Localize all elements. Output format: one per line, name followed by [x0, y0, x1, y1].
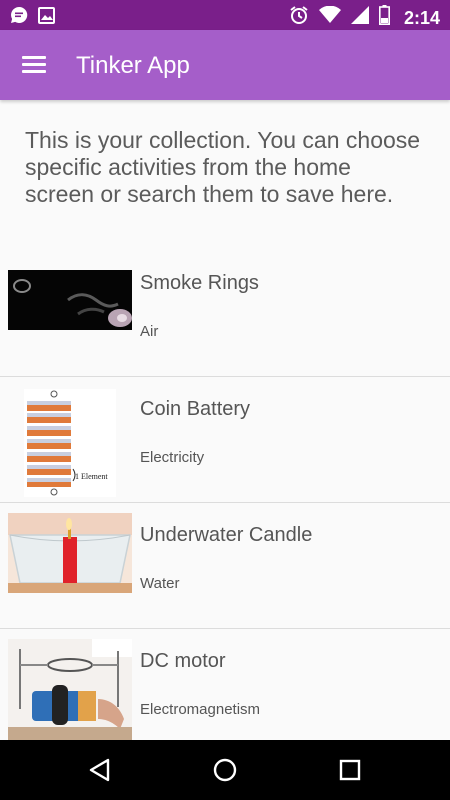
image-icon: [38, 6, 55, 29]
signal-icon: [350, 6, 369, 29]
alarm-icon: [289, 5, 309, 30]
app-title: Tinker App: [76, 52, 190, 79]
item-title: Smoke Rings: [140, 272, 259, 294]
coin-battery-thumb-label: 1 Element: [75, 472, 108, 481]
list-item-dc-motor[interactable]: DC motor Electromagnetism: [0, 629, 450, 755]
list-item-underwater-candle[interactable]: Underwater Candle Water: [0, 503, 450, 629]
collection-intro-text: This is your collection. You can choose …: [25, 127, 421, 207]
item-category: Electricity: [140, 449, 205, 466]
chat-bubble-icon: [10, 6, 28, 29]
activity-list: Smoke Rings Air 1 Element Coin Battery E…: [0, 251, 450, 755]
list-item-smoke-rings[interactable]: Smoke Rings Air: [0, 251, 450, 377]
home-icon[interactable]: [209, 754, 241, 786]
item-category: Air: [140, 323, 159, 340]
battery-icon: [378, 5, 390, 30]
coin-battery-thumbnail: 1 Element: [24, 389, 116, 497]
recents-icon[interactable]: [334, 754, 366, 786]
smoke-rings-thumbnail: [8, 270, 132, 330]
item-title: Underwater Candle: [140, 524, 313, 546]
item-category: Water: [140, 575, 180, 592]
system-nav-bar: [0, 740, 450, 800]
item-title: Coin Battery: [140, 398, 251, 420]
hamburger-menu-icon[interactable]: [14, 46, 54, 84]
status-time: 2:14: [403, 7, 440, 28]
item-title: DC motor: [140, 650, 226, 672]
item-category: Electromagnetism: [140, 701, 261, 718]
back-icon[interactable]: [84, 754, 116, 786]
dc-motor-thumbnail: [8, 639, 132, 745]
app-bar: Tinker App: [0, 30, 450, 100]
wifi-icon: [318, 5, 341, 29]
status-bar: 2:14: [0, 0, 450, 30]
underwater-candle-thumbnail: [8, 513, 132, 593]
list-item-coin-battery[interactable]: 1 Element Coin Battery Electricity: [0, 377, 450, 503]
